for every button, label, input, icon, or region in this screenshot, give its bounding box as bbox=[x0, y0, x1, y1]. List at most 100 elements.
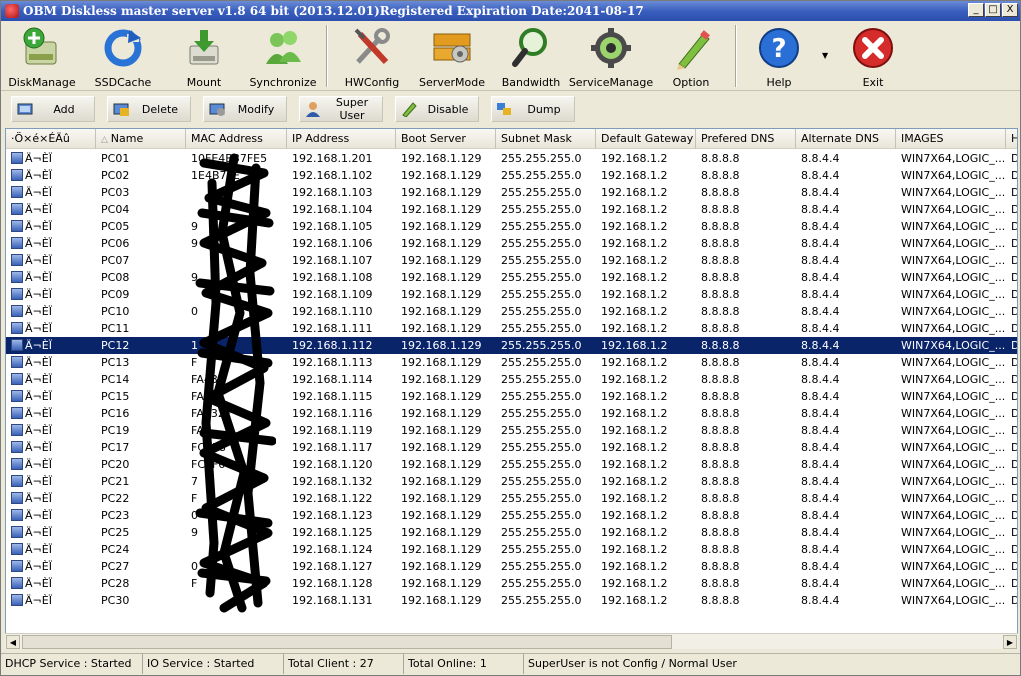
servicemanage-button[interactable]: ServiceManage bbox=[569, 23, 653, 89]
table-row[interactable]: Ä¬ÈÏ PC02 1E4B7FE 192.168.1.102 192.168.1.12… bbox=[6, 167, 1017, 184]
add-button[interactable]: Add bbox=[11, 96, 95, 122]
cell-ip-text: 192.168.1.102 bbox=[292, 169, 373, 182]
server-gear-icon bbox=[429, 25, 475, 70]
table-row[interactable]: Ä¬ÈÏ PC27 0 192.168.1.127 192.168.1.129 255.2… bbox=[6, 558, 1017, 575]
client-table[interactable]: ·Ö×é×ÉÄû △ Name MAC Address IP Address B… bbox=[5, 128, 1018, 649]
hwconfig-button[interactable]: HWConfig bbox=[341, 23, 403, 89]
column-header-h[interactable]: H bbox=[1006, 129, 1017, 149]
table-row[interactable]: Ä¬ÈÏ PC11 192.168.1.111 192.168.1.129 255.25… bbox=[6, 320, 1017, 337]
cell-name-text: PC01 bbox=[101, 152, 130, 165]
cell-group: Ä¬ÈÏ bbox=[6, 354, 96, 371]
table-row[interactable]: Ä¬ÈÏ PC23 0 192.168.1.123 192.168.1.129 255.2… bbox=[6, 507, 1017, 524]
cell-images: WIN7X64,LOGIC_... bbox=[896, 286, 1006, 303]
cell-prefered-dns-text: 8.8.8.8 bbox=[701, 305, 740, 318]
table-row[interactable]: Ä¬ÈÏ PC17 FCEE8 192.168.1.117 192.168.1.129 2… bbox=[6, 439, 1017, 456]
column-header-prefered-dns[interactable]: Prefered DNS bbox=[696, 129, 796, 149]
disable-button[interactable]: Disable bbox=[395, 96, 479, 122]
dump-button[interactable]: Dump bbox=[491, 96, 575, 122]
table-row[interactable]: Ä¬ÈÏ PC14 FA43 192.168.1.114 192.168.1.129 25… bbox=[6, 371, 1017, 388]
minimize-button[interactable]: _ bbox=[968, 3, 984, 17]
table-row[interactable]: Ä¬ÈÏ PC12 1 192.168.1.112 192.168.1.129 255.2… bbox=[6, 337, 1017, 354]
cell-subnet-mask-text: 255.255.255.0 bbox=[501, 271, 582, 284]
maximize-button[interactable]: □ bbox=[985, 3, 1001, 17]
mount-button[interactable]: Mount bbox=[173, 23, 235, 89]
table-row[interactable]: Ä¬ÈÏ PC15 FA437 192.168.1.115 192.168.1.129 2… bbox=[6, 388, 1017, 405]
table-row[interactable]: Ä¬ÈÏ PC05 9 192.168.1.105 192.168.1.129 255.2… bbox=[6, 218, 1017, 235]
horizontal-scrollbar[interactable]: ◀ ▶ bbox=[5, 633, 1018, 649]
cell-ip: 192.168.1.103 bbox=[287, 184, 396, 201]
column-header-boot-server[interactable]: Boot Server bbox=[396, 129, 496, 149]
client-status-icon bbox=[11, 152, 23, 164]
scroll-thumb[interactable] bbox=[22, 635, 672, 649]
client-status-icon bbox=[11, 356, 23, 368]
cell-boot-server: 192.168.1.129 bbox=[396, 252, 496, 269]
bandwidth-button[interactable]: Bandwidth bbox=[499, 23, 563, 89]
cell-images-text: WIN7X64,LOGIC_... bbox=[901, 458, 1006, 471]
ssdcache-button[interactable]: SSDCache bbox=[89, 23, 157, 89]
table-row[interactable]: Ä¬ÈÏ PC24 192.168.1.124 192.168.1.129 255.25… bbox=[6, 541, 1017, 558]
cell-images: WIN7X64,LOGIC_... bbox=[896, 150, 1006, 167]
table-row[interactable]: Ä¬ÈÏ PC20 FCEF6 192.168.1.120 192.168.1.129 2… bbox=[6, 456, 1017, 473]
column-header-ip[interactable]: IP Address bbox=[287, 129, 396, 149]
delete-button[interactable]: Delete bbox=[107, 96, 191, 122]
scroll-right-arrow-icon[interactable]: ▶ bbox=[1003, 635, 1017, 649]
cell-h: D bbox=[1006, 235, 1017, 252]
cell-images-text: WIN7X64,LOGIC_... bbox=[901, 203, 1006, 216]
help-button[interactable]: ? Help bbox=[749, 23, 809, 89]
cell-prefered-dns-text: 8.8.8.8 bbox=[701, 543, 740, 556]
column-header-group[interactable]: ·Ö×é×ÉÄû bbox=[6, 129, 96, 149]
cell-images: WIN7X64,LOGIC_... bbox=[896, 303, 1006, 320]
table-row[interactable]: Ä¬ÈÏ PC04 192.168.1.104 192.168.1.129 255.25… bbox=[6, 201, 1017, 218]
cell-images: WIN7X64,LOGIC_... bbox=[896, 405, 1006, 422]
cell-images: WIN7X64,LOGIC_... bbox=[896, 473, 1006, 490]
table-row[interactable]: Ä¬ÈÏ PC21 7 192.168.1.132 192.168.1.129 255.2… bbox=[6, 473, 1017, 490]
column-header-name[interactable]: △ Name bbox=[96, 129, 186, 149]
cell-group: Ä¬ÈÏ bbox=[6, 592, 96, 609]
cell-mac-text: FA437 bbox=[191, 390, 225, 403]
table-row[interactable]: Ä¬ÈÏ PC25 9 192.168.1.125 192.168.1.129 255.2… bbox=[6, 524, 1017, 541]
cell-images: WIN7X64,LOGIC_... bbox=[896, 388, 1006, 405]
exit-button[interactable]: Exit bbox=[843, 23, 903, 89]
superuser-button[interactable]: Super User bbox=[299, 96, 383, 122]
table-row[interactable]: Ä¬ÈÏ PC13 F 192.168.1.113 192.168.1.129 255.2… bbox=[6, 354, 1017, 371]
table-row[interactable]: Ä¬ÈÏ PC19 FA4 192.168.1.119 192.168.1.129 255… bbox=[6, 422, 1017, 439]
column-header-subnet-mask[interactable]: Subnet Mask bbox=[496, 129, 596, 149]
table-row[interactable]: Ä¬ÈÏ PC16 FA432F 192.168.1.116 192.168.1.129… bbox=[6, 405, 1017, 422]
column-header-images[interactable]: IMAGES bbox=[896, 129, 1006, 149]
table-row[interactable]: Ä¬ÈÏ PC10 0 192.168.1.110 192.168.1.129 255.2… bbox=[6, 303, 1017, 320]
cell-images-text: WIN7X64,LOGIC_... bbox=[901, 390, 1006, 403]
cell-alternate-dns-text: 8.8.4.4 bbox=[801, 254, 840, 267]
cell-mac: 0 bbox=[186, 507, 287, 524]
cell-name-text: PC05 bbox=[101, 220, 130, 233]
cell-subnet-mask-text: 255.255.255.0 bbox=[501, 373, 582, 386]
synchronize-button[interactable]: Synchronize bbox=[249, 23, 317, 89]
scroll-left-arrow-icon[interactable]: ◀ bbox=[6, 635, 20, 649]
help-dropdown-arrow-icon[interactable]: ▼ bbox=[822, 51, 828, 60]
cell-mac: F bbox=[186, 354, 287, 371]
cell-images-text: WIN7X64,LOGIC_... bbox=[901, 322, 1006, 335]
cell-boot-server-text: 192.168.1.129 bbox=[401, 577, 482, 590]
table-row[interactable]: Ä¬ÈÏ PC09 192.168.1.109 192.168.1.129 255.25… bbox=[6, 286, 1017, 303]
column-header-gateway[interactable]: Default Gateway bbox=[596, 129, 696, 149]
table-row[interactable]: Ä¬ÈÏ PC22 F 192.168.1.122 192.168.1.129 255.2… bbox=[6, 490, 1017, 507]
table-row[interactable]: Ä¬ÈÏ PC03 192.168.1.103 192.168.1.129 255.25… bbox=[6, 184, 1017, 201]
title-bar[interactable]: OBM Diskless master server v1.8 64 bit (… bbox=[1, 1, 1020, 21]
table-row[interactable]: Ä¬ÈÏ PC08 9 192.168.1.108 192.168.1.129 255.2… bbox=[6, 269, 1017, 286]
table-row[interactable]: Ä¬ÈÏ PC07 192.168.1.107 192.168.1.129 255.25… bbox=[6, 252, 1017, 269]
table-row[interactable]: Ä¬ÈÏ PC01 10FE4B37FE5 192.168.1.201 192.168.… bbox=[6, 150, 1017, 167]
diskmanage-button[interactable]: DiskManage bbox=[7, 23, 77, 89]
column-header-alternate-dns[interactable]: Alternate DNS bbox=[796, 129, 896, 149]
table-row[interactable]: Ä¬ÈÏ PC28 F 192.168.1.128 192.168.1.129 255.2… bbox=[6, 575, 1017, 592]
option-button[interactable]: Option bbox=[661, 23, 721, 89]
cell-ip: 192.168.1.102 bbox=[287, 167, 396, 184]
column-header-mac[interactable]: MAC Address bbox=[186, 129, 287, 149]
table-row[interactable]: Ä¬ÈÏ PC30 192.168.1.131 192.168.1.129 255.25… bbox=[6, 592, 1017, 609]
close-button[interactable]: X bbox=[1002, 3, 1018, 17]
cell-images-text: WIN7X64,LOGIC_... bbox=[901, 509, 1006, 522]
modify-button[interactable]: Modify bbox=[203, 96, 287, 122]
cell-alternate-dns-text: 8.8.4.4 bbox=[801, 169, 840, 182]
cell-prefered-dns-text: 8.8.8.8 bbox=[701, 492, 740, 505]
servermode-button[interactable]: ServerMode bbox=[417, 23, 487, 89]
cell-images-text: WIN7X64,LOGIC_... bbox=[901, 475, 1006, 488]
table-row[interactable]: Ä¬ÈÏ PC06 9 192.168.1.106 192.168.1.129 255.2… bbox=[6, 235, 1017, 252]
